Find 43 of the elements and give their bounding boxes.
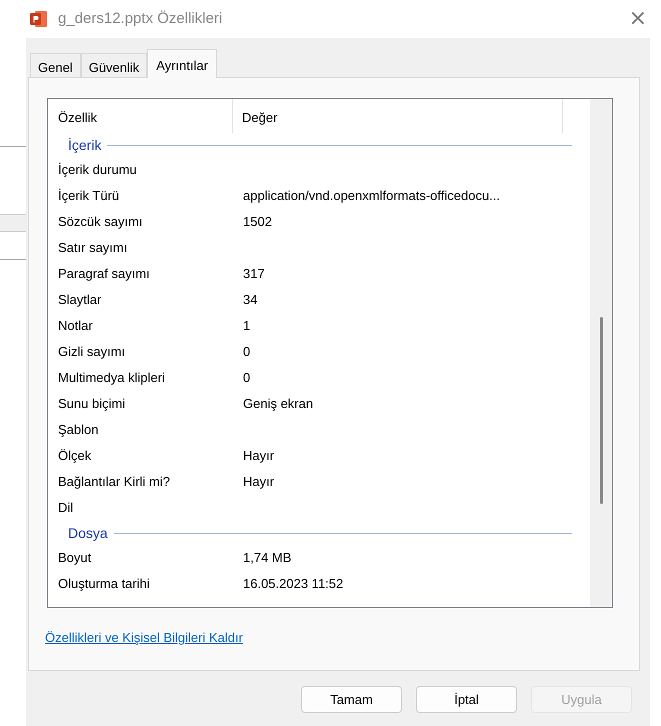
property-name: Oluşturma tarihi — [58, 576, 150, 592]
property-value: 16.05.2023 11:52 — [243, 576, 344, 592]
property-name: Bağlantılar Kirli mi? — [58, 474, 170, 490]
property-name: Gizli sayımı — [58, 344, 126, 360]
property-name: Dil — [58, 500, 74, 516]
remove-properties-link[interactable]: Özellikleri ve Kişisel Bilgileri Kaldır — [45, 628, 243, 648]
property-value: 0 — [243, 370, 250, 386]
property-name: İçerik durumu — [58, 162, 137, 178]
window-title: g_ders12.pptx Özellikleri — [58, 8, 224, 29]
column-header[interactable]: Değer — [233, 99, 563, 133]
property-name: Sunu biçimi — [58, 396, 126, 412]
presentation-file-icon — [29, 10, 48, 28]
scrollbar[interactable] — [590, 99, 612, 607]
property-name: Notlar — [58, 318, 93, 334]
property-value: 34 — [243, 292, 258, 308]
property-value: 1502 — [243, 214, 272, 230]
property-name: İçerik Türü — [58, 188, 120, 204]
tab[interactable]: Genel — [30, 53, 81, 77]
close-button[interactable]: × — [628, 8, 647, 30]
property-name: Satır sayımı — [58, 240, 128, 256]
dialog-button[interactable]: İptal — [416, 686, 517, 713]
group-header: İçerik — [68, 136, 102, 155]
property-name: Sözcük sayımı — [58, 214, 143, 230]
property-value: Hayır — [243, 474, 274, 490]
group-header: Dosya — [68, 524, 108, 543]
property-value: 1 — [243, 318, 250, 334]
property-value: 1,74 MB — [243, 550, 292, 566]
tab[interactable]: Ayrıntılar — [147, 49, 218, 78]
property-value: application/vnd.openxmlformats-officedocu... — [243, 188, 500, 204]
property-value: Geniş ekran — [243, 396, 314, 412]
property-name: Boyut — [58, 550, 92, 566]
dialog-button[interactable]: Tamam — [301, 686, 402, 713]
property-name: Ölçek — [58, 448, 92, 464]
property-name: Şablon — [58, 422, 98, 438]
property-value: Hayır — [243, 448, 274, 464]
property-value: 0 — [243, 344, 250, 360]
tab[interactable]: Güvenlik — [80, 53, 148, 77]
property-name: Multimedya klipleri — [58, 370, 165, 386]
property-value: 317 — [243, 266, 265, 282]
property-name: Paragraf sayımı — [58, 266, 150, 282]
property-name: Slaytlar — [58, 292, 102, 308]
column-header[interactable]: Özellik — [48, 99, 233, 133]
scrollbar-thumb[interactable] — [600, 317, 602, 504]
